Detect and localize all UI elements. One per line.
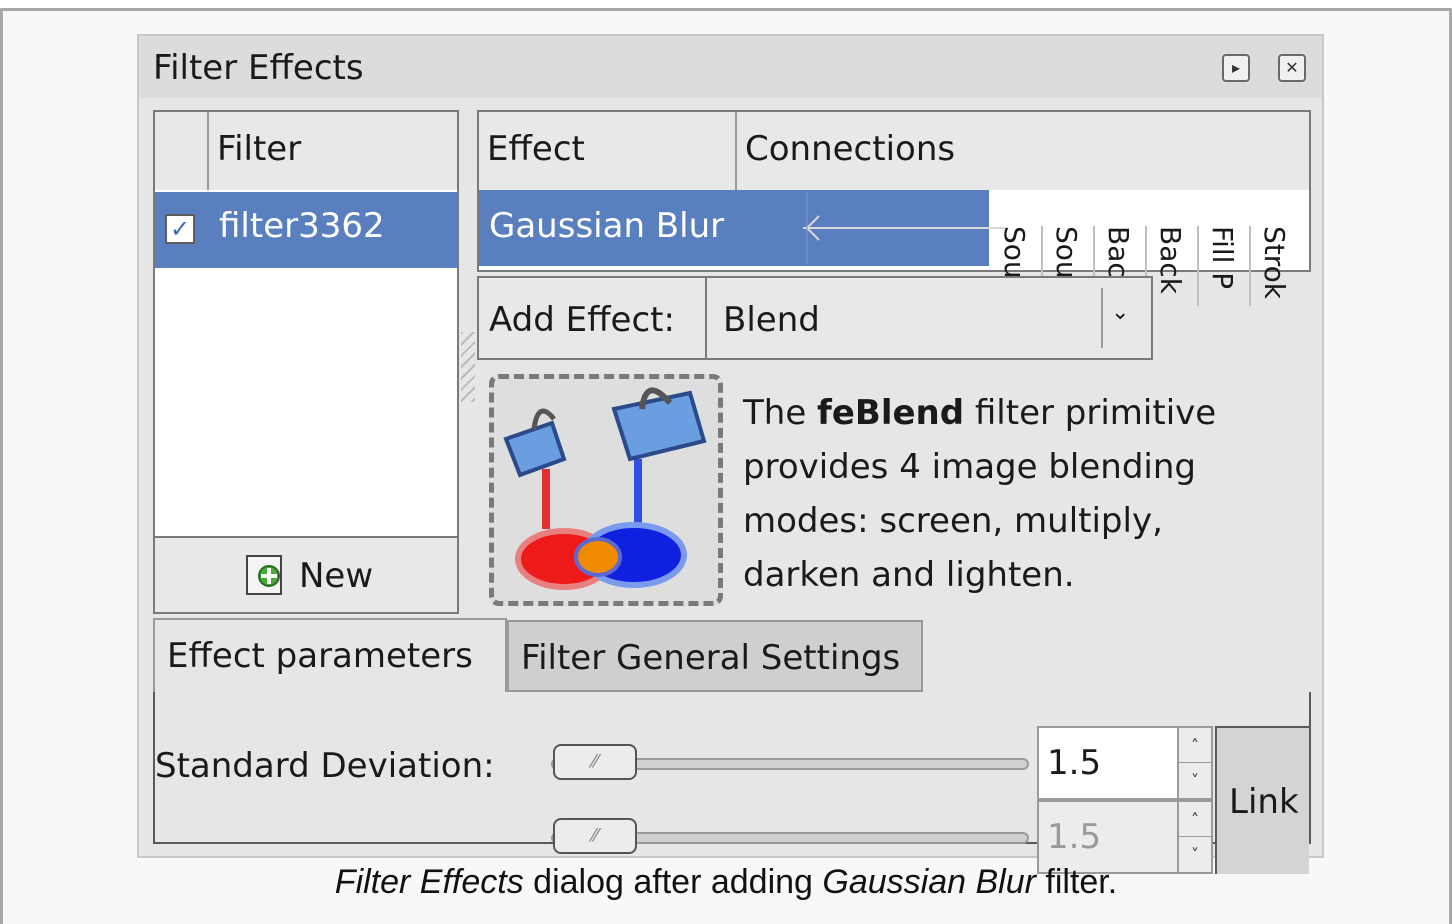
effect-description: The feBlend filter primitive provides 4 … bbox=[743, 386, 1263, 602]
filter-effects-dialog: Filter Effects ▸ ✕ Filter ✓ filter3362 N… bbox=[137, 34, 1324, 874]
link-toggle-button[interactable]: Link bbox=[1215, 726, 1309, 874]
chevron-down-icon[interactable]: ˅ bbox=[1179, 763, 1211, 798]
input-label: Back bbox=[1154, 226, 1187, 294]
connection-arrow-icon bbox=[803, 192, 1005, 264]
tab-label: Effect parameters bbox=[167, 636, 473, 676]
input-fill-paint[interactable]: Fill P bbox=[1199, 226, 1251, 306]
description-prefix: The bbox=[743, 393, 818, 433]
slider-handle[interactable]: ⁄⁄ bbox=[553, 818, 637, 854]
std-dev-y-value: 1.5 bbox=[1047, 817, 1102, 857]
effect-row[interactable]: Gaussian Blur bbox=[479, 190, 1005, 266]
std-dev-x-value: 1.5 bbox=[1047, 743, 1102, 783]
dialog-titlebar: Filter Effects ▸ ✕ bbox=[139, 36, 1322, 98]
description-primitive: feBlend bbox=[817, 393, 965, 433]
paint-buckets-blend-icon bbox=[503, 387, 707, 590]
input-label: Fill P bbox=[1206, 226, 1239, 290]
new-button-label: New bbox=[299, 556, 374, 596]
effect-row-name: Gaussian Blur bbox=[489, 206, 725, 246]
slider-handle[interactable]: ⁄⁄ bbox=[553, 744, 637, 780]
dropdown-divider bbox=[1101, 288, 1103, 348]
link-label: Link bbox=[1229, 782, 1299, 822]
effect-header-label: Effect bbox=[487, 129, 585, 169]
add-effect-label: Add Effect: bbox=[489, 300, 675, 340]
filter-check-header[interactable] bbox=[155, 112, 209, 190]
filter-name-header[interactable]: Filter bbox=[209, 112, 457, 190]
close-button[interactable]: ✕ bbox=[1278, 54, 1306, 82]
figure-caption: Filter Effects dialog after adding Gauss… bbox=[0, 858, 1452, 906]
tab-filter-general-settings[interactable]: Filter General Settings bbox=[507, 620, 923, 692]
chevron-up-icon[interactable]: ˄ bbox=[1179, 728, 1211, 763]
input-stroke-paint[interactable]: Strok bbox=[1251, 226, 1303, 306]
filter-row[interactable]: ✓ filter3362 bbox=[155, 192, 457, 268]
connections-header[interactable]: Connections bbox=[737, 112, 1309, 190]
dropdown-selected-value: Blend bbox=[723, 300, 820, 340]
filter-checkbox[interactable]: ✓ bbox=[165, 214, 195, 244]
chevron-up-icon[interactable]: ˄ bbox=[1179, 802, 1211, 837]
tab-effect-parameters[interactable]: Effect parameters bbox=[153, 618, 507, 694]
play-box-icon: ▸ bbox=[1231, 58, 1241, 77]
close-box-icon: ✕ bbox=[1285, 58, 1299, 77]
input-label: Strok bbox=[1258, 226, 1291, 299]
filter-list: Filter ✓ filter3362 bbox=[153, 110, 459, 538]
caption-text: filter. bbox=[1035, 863, 1118, 901]
caption-dialog-name: Filter Effects bbox=[334, 863, 524, 901]
add-effect-button[interactable]: Add Effect: bbox=[477, 276, 707, 360]
tab-label: Filter General Settings bbox=[521, 638, 901, 678]
effect-header[interactable]: Effect bbox=[479, 112, 737, 190]
effect-parameters-pane: Standard Deviation: ⁄⁄ ⁄⁄ 1.5 ˄ ˅ 1.5 ˄ … bbox=[153, 692, 1311, 874]
blend-preview bbox=[489, 374, 723, 606]
input-background-alpha[interactable]: Back bbox=[1147, 226, 1199, 306]
undock-button[interactable]: ▸ bbox=[1222, 54, 1250, 82]
add-document-icon bbox=[246, 555, 282, 595]
filter-header-label: Filter bbox=[217, 129, 302, 169]
std-dev-x-input[interactable]: 1.5 bbox=[1037, 726, 1179, 800]
chevron-down-icon: ⌄ bbox=[1111, 300, 1130, 325]
std-dev-label: Standard Deviation: bbox=[155, 746, 495, 786]
filter-row-name: filter3362 bbox=[219, 206, 385, 246]
pane-resize-handle[interactable] bbox=[461, 332, 475, 402]
caption-filter-name: Gaussian Blur bbox=[822, 863, 1036, 901]
caption-text: dialog after adding bbox=[523, 863, 823, 901]
connections-header-label: Connections bbox=[745, 129, 956, 169]
effect-type-dropdown[interactable]: Blend ⌄ bbox=[705, 276, 1153, 360]
std-dev-x-stepper[interactable]: ˄ ˅ bbox=[1177, 726, 1213, 800]
new-filter-button[interactable]: New bbox=[153, 536, 459, 614]
dialog-title: Filter Effects bbox=[153, 48, 364, 88]
